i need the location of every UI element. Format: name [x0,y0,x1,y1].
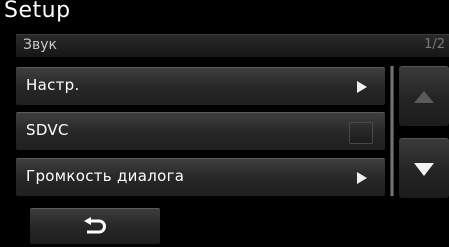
scroll-up-button[interactable] [399,66,449,126]
menu-item-dialog-volume[interactable]: Громкость диалога [16,158,385,196]
menu-item-label: SDVC [26,121,69,139]
scroll-down-icon [414,163,434,176]
menu-item-settings[interactable]: Настр. [16,67,385,105]
chevron-right-icon [357,172,367,184]
chevron-right-icon [357,81,367,93]
title-bar: Setup [0,0,449,29]
scroll-down-button[interactable] [399,138,449,198]
section-header: Звук 1/2 [16,34,449,57]
page-indicator: 1/2 [424,37,445,52]
menu-item-label: Настр. [26,76,80,94]
sdvc-checkbox[interactable] [349,122,373,144]
scroll-up-icon [414,91,434,103]
section-title: Звук [23,37,57,53]
menu-item-label: Громкость диалога [26,167,185,185]
page-title: Setup [4,0,71,23]
menu-item-sdvc[interactable]: SDVC [16,112,385,150]
back-button[interactable] [30,208,160,244]
back-arrow-icon [84,217,106,234]
scrollbar[interactable] [390,66,394,196]
